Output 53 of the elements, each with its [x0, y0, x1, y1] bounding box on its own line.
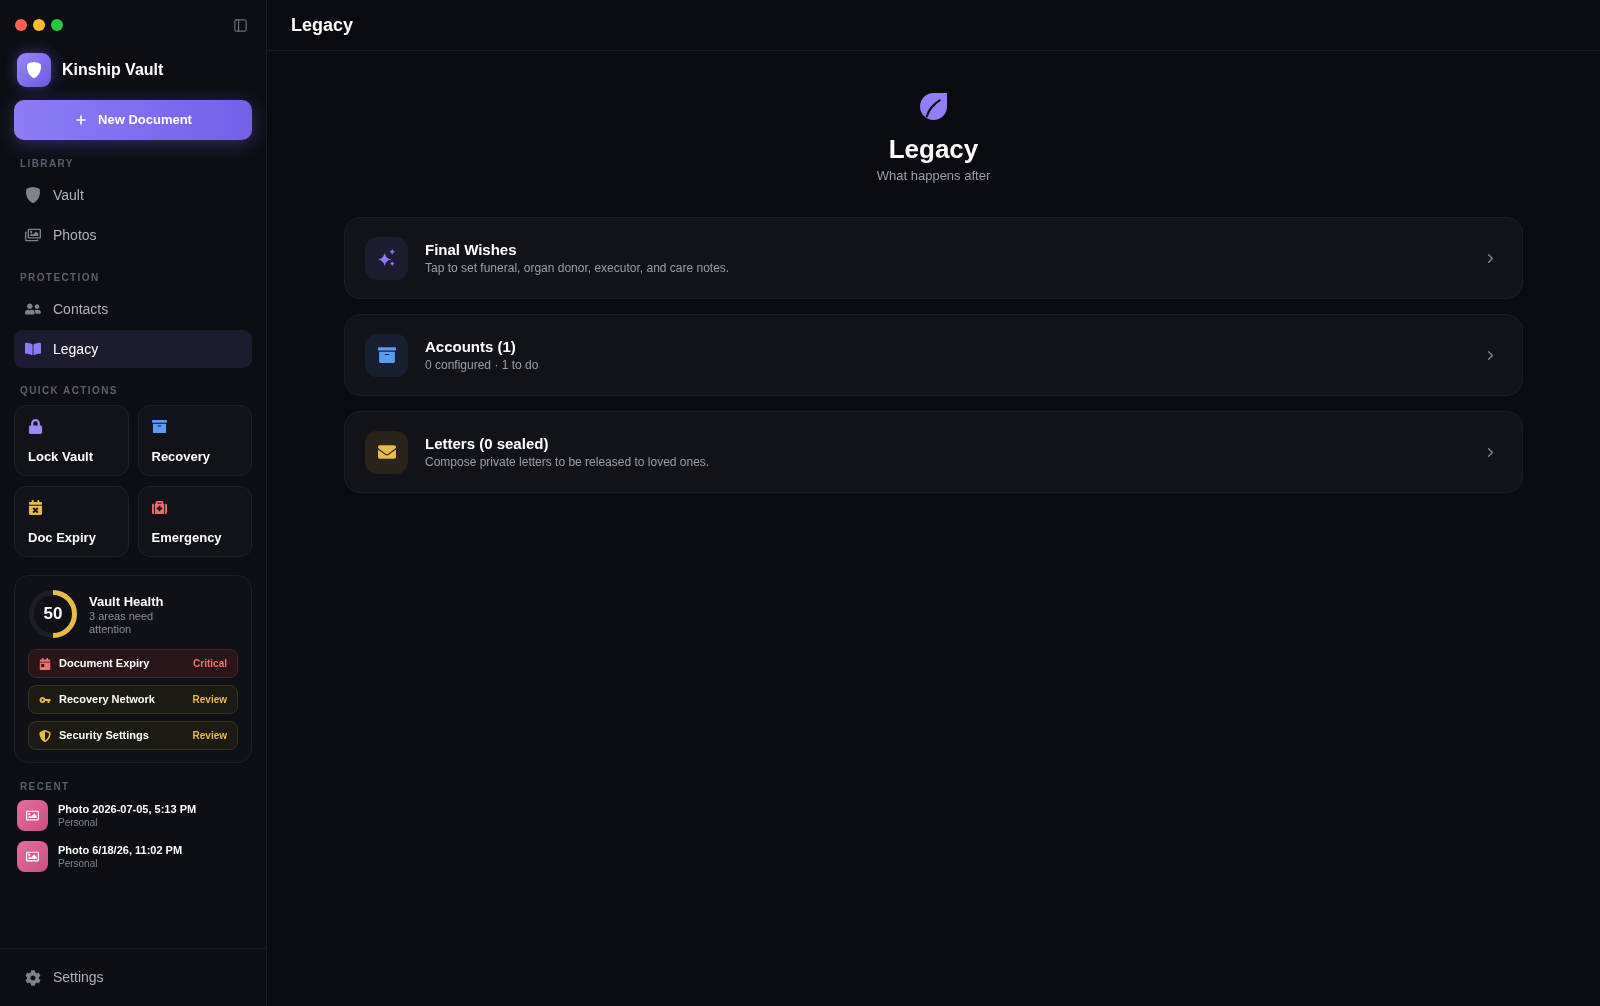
section-label: RECENT [19, 780, 71, 794]
page-title: Legacy [291, 13, 354, 37]
health-subtitle: 3 areas need attention [89, 609, 155, 636]
nav-item[interactable]: Legacy [14, 330, 252, 368]
section-label: PROTECTION [19, 271, 101, 285]
recent-item[interactable]: Photo 6/18/26, 11:02 PM Personal [14, 841, 252, 872]
medical-kit-icon [151, 500, 167, 515]
shield-icon [39, 729, 51, 742]
image-icon [17, 800, 48, 831]
sparkles-icon [365, 236, 408, 280]
settings-icon [25, 969, 41, 986]
health-title: Vault Health [89, 592, 165, 610]
recent-item[interactable]: Photo 2026-07-05, 5:13 PM Personal [14, 800, 252, 831]
window-zoom-button[interactable] [51, 19, 63, 31]
quick-action-button[interactable]: Emergency [137, 486, 252, 557]
legacy-card[interactable]: Letters (0 sealed) Compose private letters to be released to loved ones. [344, 411, 1523, 493]
calendar-icon [39, 657, 51, 670]
sidebar-toggle-button[interactable] [232, 17, 248, 33]
plus-icon [74, 113, 89, 127]
images-icon [25, 227, 41, 243]
people-icon [25, 301, 41, 317]
archive-box-icon [151, 419, 167, 434]
window-minimize-button[interactable] [33, 19, 45, 31]
quick-action-button[interactable]: Recovery [137, 405, 252, 476]
quick-action-button[interactable]: Doc Expiry [14, 486, 129, 557]
section-label: LIBRARY [19, 157, 75, 171]
new-document-button[interactable]: New Document [14, 100, 252, 140]
health-item[interactable]: Security Settings Review [28, 721, 238, 750]
archive-box-icon [365, 333, 408, 377]
panel-icon [232, 17, 248, 33]
hero-subtitle: What happens after [876, 167, 991, 184]
image-icon [17, 841, 48, 872]
shield-icon [25, 187, 41, 203]
legacy-card[interactable]: Final Wishes Tap to set funeral, organ donor, executor, and care notes. [344, 217, 1523, 299]
nav-item[interactable]: Vault [14, 176, 252, 214]
calendar-x-icon [28, 500, 43, 515]
nav-item[interactable]: Photos [14, 216, 252, 254]
quick-action-button[interactable]: Lock Vault [14, 405, 129, 476]
score-value: 50 [43, 603, 63, 626]
leaf-icon [920, 93, 947, 120]
shield-logo [17, 53, 51, 87]
hero-title: Legacy [888, 133, 979, 165]
window-close-button[interactable] [15, 19, 27, 31]
nav-item[interactable]: Contacts [14, 290, 252, 328]
lock-icon [28, 419, 43, 434]
health-item[interactable]: Document Expiry Critical [28, 649, 238, 678]
app-name: Kinship Vault [62, 60, 164, 80]
envelope-icon [365, 430, 408, 474]
section-label: QUICK ACTIONS [19, 384, 119, 398]
legacy-card[interactable]: Accounts (1) 0 configured · 1 to do [344, 314, 1523, 396]
settings-item[interactable]: Settings [14, 967, 104, 988]
health-item[interactable]: Recovery Network Review [28, 685, 238, 714]
book-icon [25, 341, 41, 357]
